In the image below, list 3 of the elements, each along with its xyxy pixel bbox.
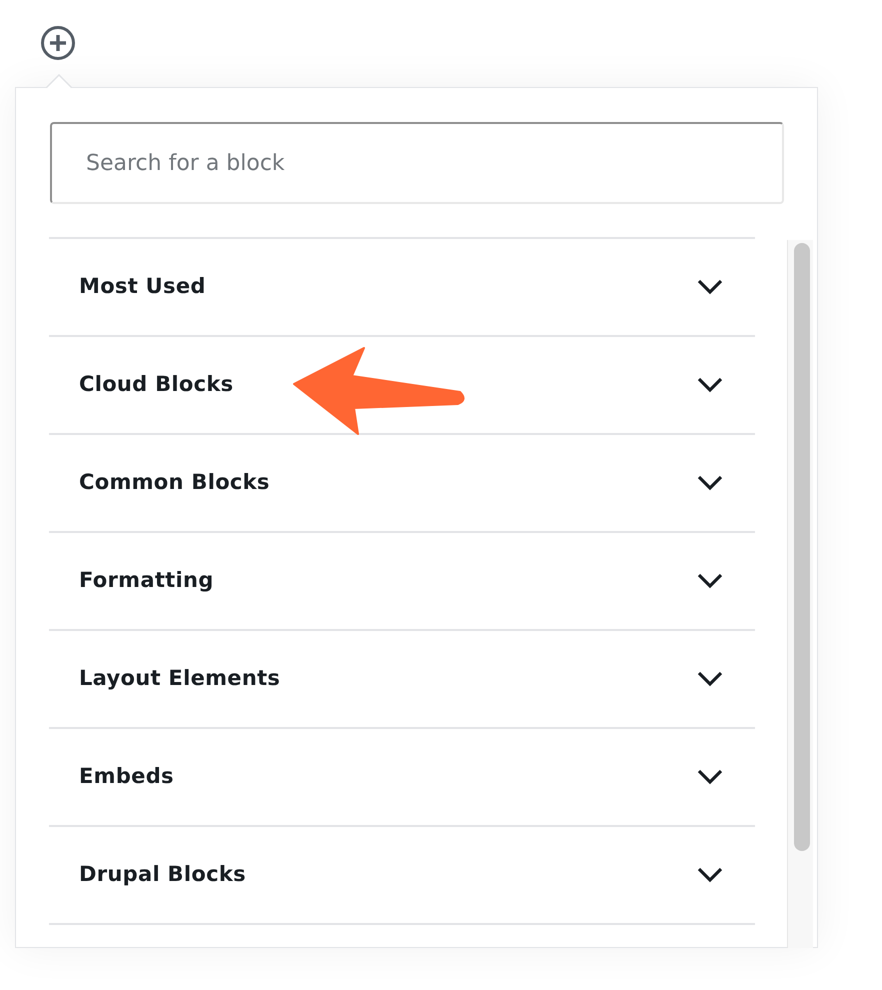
search-field[interactable]: Search for a block bbox=[50, 122, 784, 204]
scrollbar[interactable] bbox=[787, 240, 813, 948]
add-block-button[interactable] bbox=[40, 25, 76, 61]
